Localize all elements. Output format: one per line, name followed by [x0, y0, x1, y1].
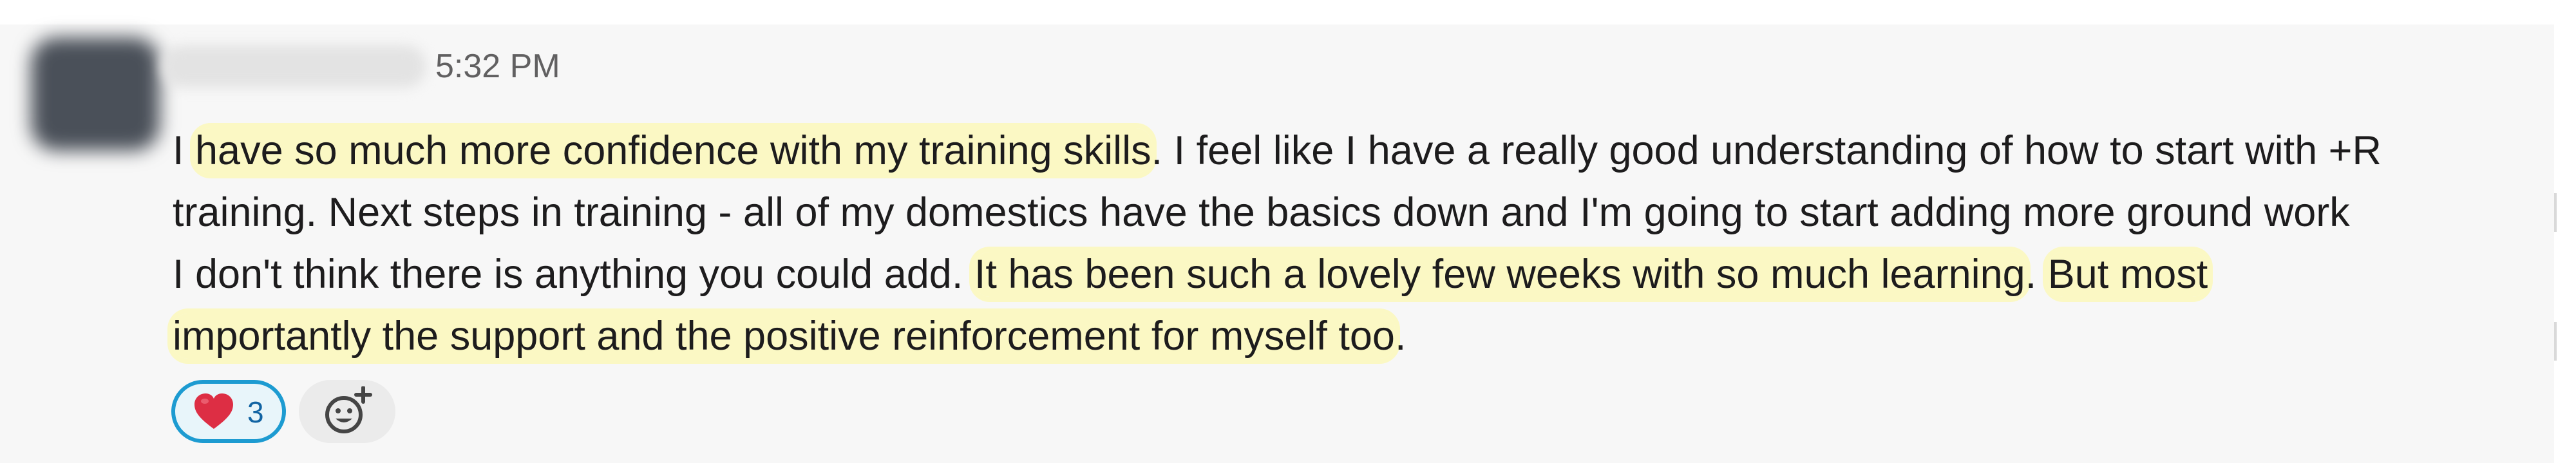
message-timestamp[interactable]: 5:32 PM: [435, 46, 560, 86]
reaction-count: 3: [247, 395, 264, 429]
highlighted-text: have so much more confidence with my tra…: [195, 128, 1151, 173]
message-line: importantly the support and the positive…: [173, 305, 2555, 367]
highlighted-text: But most: [2047, 252, 2208, 297]
message-text: I don't think there is anything you coul…: [173, 252, 974, 297]
add-reaction-icon: [325, 386, 372, 433]
message-text: training. Next steps in training - all o…: [173, 190, 2350, 235]
sender-name[interactable]: [161, 45, 426, 88]
heart-reaction-button[interactable]: 3: [171, 380, 286, 443]
message-line: I have so much more confidence with my t…: [173, 120, 2555, 182]
heart-icon: [194, 393, 233, 429]
message-text: I: [173, 128, 196, 173]
message-text: .: [2025, 252, 2048, 297]
add-reaction-button[interactable]: [299, 380, 395, 443]
message-line: training. Next steps in training - all o…: [173, 182, 2555, 243]
message-body: I have so much more confidence with my t…: [173, 120, 2555, 367]
avatar[interactable]: [31, 37, 160, 151]
message-text: .: [1394, 314, 1406, 359]
highlighted-text: importantly the support and the positive…: [173, 314, 1395, 359]
message-text: . I feel like I have a really good under…: [1151, 128, 2382, 173]
highlighted-text: It has been such a lovely few weeks with…: [974, 252, 2025, 297]
message-line: I don't think there is anything you coul…: [173, 243, 2555, 305]
